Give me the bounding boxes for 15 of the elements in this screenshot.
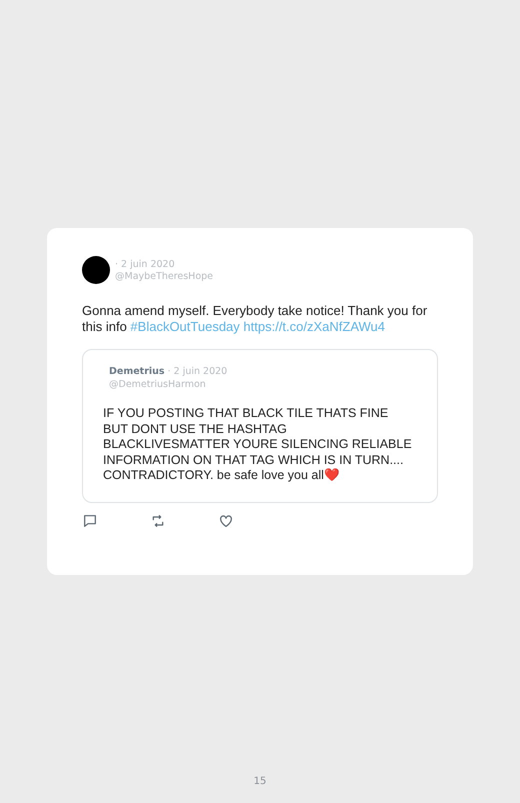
tweet-text: Gonna amend myself. Everybody take notice! Thank you for this info #BlackOutTuesday https://t.co/zXaNfZAWu4 bbox=[82, 303, 428, 335]
heart-icon[interactable] bbox=[218, 512, 234, 528]
quoted-date: · 2 juin 2020 bbox=[166, 366, 228, 377]
page-number: 15 bbox=[254, 776, 266, 787]
tweet-link[interactable]: #BlackOutTuesday bbox=[130, 319, 240, 334]
tweet-date: · 2 juin 2020 bbox=[115, 258, 176, 270]
avatar bbox=[82, 256, 110, 284]
reply-icon[interactable] bbox=[82, 512, 98, 528]
tweet-link[interactable]: https://t.co/zXaNfZAWu4 bbox=[243, 319, 386, 334]
retweet-icon[interactable] bbox=[150, 512, 166, 528]
quoted-handle: @DemetriusHarmon bbox=[109, 379, 207, 390]
quoted-user-name: Demetrius bbox=[109, 366, 165, 377]
user-handle: @MaybeTheresHope bbox=[115, 270, 214, 282]
quoted-tweet[interactable] bbox=[82, 349, 438, 502]
quoted-text: IF YOU POSTING THAT BLACK TILE THATS FINE BUT DONT USE THE HASHTAG BLACKLIVESMATTER YOURE SILENCING RELIABLE INFORMATION ON THAT TAG WHICH IS IN TURN.... CONTRADICTORY. be safe love you all❤ bbox=[103, 406, 413, 484]
